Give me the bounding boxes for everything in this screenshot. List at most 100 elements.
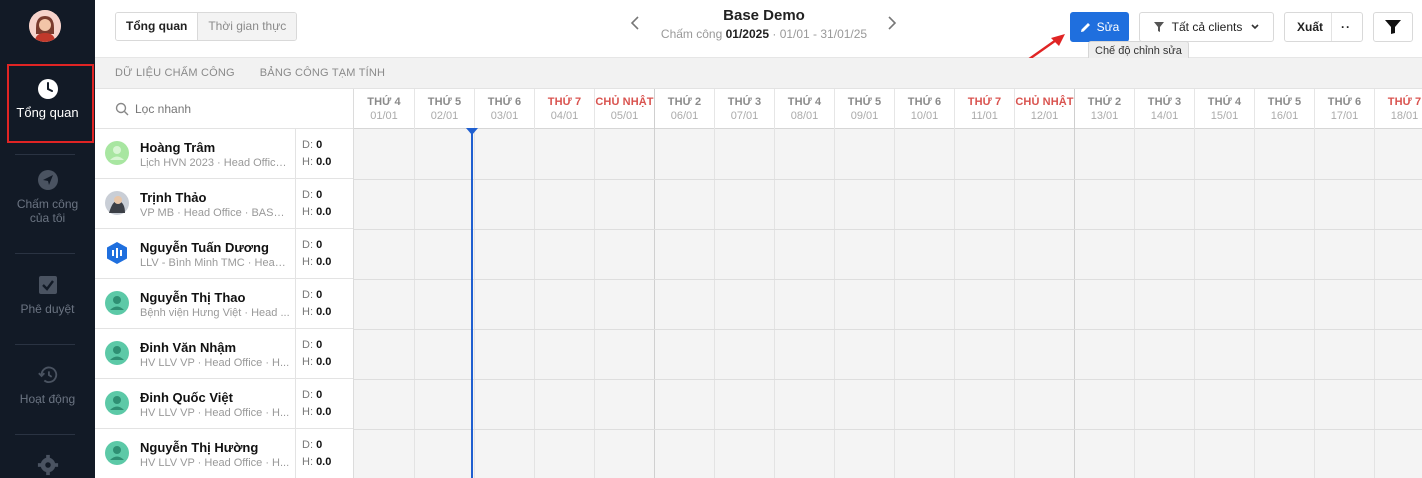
- divider: [15, 253, 75, 254]
- employee-totals: D: 0 H: 0.0: [295, 379, 354, 428]
- day-header: CHỦ NHẬT 12/01: [1014, 89, 1074, 129]
- grid-column-line: [774, 129, 775, 478]
- day-date: 11/01: [971, 110, 998, 122]
- days-label: D:: [302, 439, 313, 451]
- sidebar-item-overview[interactable]: Tổng quan: [0, 78, 95, 120]
- advanced-filter-button[interactable]: [1373, 12, 1413, 42]
- employee-details: Lịch HVN 2023 · Head Office · BASE: [140, 157, 290, 169]
- days-value: 0: [316, 139, 323, 151]
- divider: [15, 434, 75, 435]
- day-date: 18/01: [1390, 110, 1419, 122]
- clock-icon: [37, 78, 59, 100]
- grid-column-line: [414, 129, 415, 478]
- day-name: THỨ 5: [1267, 96, 1302, 108]
- sidebar-item-approval[interactable]: Phê duyệt: [0, 274, 95, 316]
- tab-timesheet-data[interactable]: DỮ LIỆU CHẤM CÔNG: [95, 58, 235, 88]
- grid-column-line: [1134, 129, 1135, 478]
- days-label: D:: [302, 339, 313, 351]
- user-avatar[interactable]: [29, 10, 61, 42]
- employee-details: HV LLV VP · Head Office · H...: [140, 357, 290, 369]
- check-square-icon: [37, 274, 59, 296]
- employee-details: LLV - Bình Minh TMC · Head ...: [140, 257, 290, 269]
- day-header: THỨ 7 11/01: [954, 89, 1014, 129]
- day-name: THỨ 3: [1147, 96, 1182, 108]
- hours-label: H:: [302, 456, 313, 468]
- employee-row[interactable]: Nguyễn Thị Hường HV LLV VP · Head Office …: [95, 429, 353, 478]
- day-header: THỨ 7 04/01: [534, 89, 594, 129]
- tab-realtime[interactable]: Thời gian thực: [198, 13, 297, 40]
- days-label: D:: [302, 189, 313, 201]
- employee-row[interactable]: Đinh Văn Nhậm HV LLV VP · Head Office · H…: [95, 329, 353, 379]
- page-header: Base Demo Chấm công 01/2025 · 01/01 - 31…: [635, 7, 893, 41]
- day-date: 12/01: [1030, 110, 1059, 122]
- sidebar-item-my-timesheet[interactable]: Chấm công của tôi: [0, 169, 95, 225]
- day-name: THỨ 4: [787, 96, 822, 108]
- view-switch: Tổng quan Thời gian thực: [115, 12, 298, 41]
- hours-value: 0.0: [316, 306, 332, 318]
- hours-label: H:: [302, 406, 313, 418]
- days-value: 0: [316, 239, 323, 251]
- day-header: THỨ 3 07/01: [714, 89, 774, 129]
- day-header: THỨ 4 08/01: [774, 89, 834, 129]
- sidebar-item-label: Hoạt động: [19, 392, 76, 406]
- sidebar-item-label: Phê duyệt: [20, 302, 75, 316]
- day-name: CHỦ NHẬT: [1015, 96, 1074, 108]
- tab-provisional-timesheet[interactable]: BẢNG CÔNG TẠM TÍNH: [235, 58, 385, 88]
- day-name: THỨ 4: [1207, 96, 1242, 108]
- employee-name: Nguyễn Thị Thao: [140, 290, 246, 305]
- grid-column-line: [654, 129, 655, 478]
- day-name: THỨ 6: [487, 96, 522, 108]
- grid-column-line: [1194, 129, 1195, 478]
- quick-filter-input[interactable]: Lọc nhanh: [95, 89, 353, 129]
- hours-value: 0.0: [316, 406, 332, 418]
- chevron-down-icon: [1251, 24, 1259, 30]
- day-header: THỨ 2 13/01: [1074, 89, 1134, 129]
- employee-row[interactable]: Nguyễn Thị Thao Bệnh viện Hưng Việt · Hea…: [95, 279, 353, 329]
- day-name: THỨ 5: [847, 96, 882, 108]
- employee-name: Hoàng Trâm: [140, 140, 216, 155]
- top-bar: Tổng quan Thời gian thực Base Demo Chấm …: [95, 0, 1422, 63]
- next-month-button[interactable]: [884, 14, 900, 34]
- day-date: 07/01: [730, 110, 759, 122]
- hours-label: H:: [302, 356, 313, 368]
- employee-totals: D: 0 H: 0.0: [295, 329, 354, 378]
- employee-totals: D: 0 H: 0.0: [295, 229, 354, 278]
- day-name: THỨ 4: [367, 96, 401, 108]
- employee-row[interactable]: Nguyễn Tuấn Dương LLV - Bình Minh TMC · H…: [95, 229, 353, 279]
- day-name: THỨ 5: [427, 96, 462, 108]
- subtitle-prefix: Chấm công: [660, 27, 723, 41]
- day-header: THỨ 2 06/01: [654, 89, 714, 129]
- employee-row[interactable]: Trịnh Thảo VP MB · Head Office · BASE-...…: [95, 179, 353, 229]
- days-value: 0: [316, 339, 323, 351]
- employee-row[interactable]: Hoàng Trâm Lịch HVN 2023 · Head Office · …: [95, 129, 353, 179]
- day-name: THỨ 2: [1087, 96, 1122, 108]
- day-header: THỨ 7 18/01: [1374, 89, 1422, 129]
- day-name: THỨ 6: [1327, 96, 1362, 108]
- subtitle-range: · 01/01 - 31/01/25: [772, 27, 868, 41]
- user-icon: [105, 341, 129, 365]
- employee-row[interactable]: Đinh Quốc Việt HV LLV VP · Head Office · …: [95, 379, 353, 429]
- client-filter-dropdown[interactable]: Tất cả clients: [1139, 12, 1274, 42]
- day-date: 08/01: [790, 110, 819, 122]
- day-name: THỨ 6: [907, 96, 942, 108]
- hexagon-logo-icon: [105, 241, 129, 265]
- export-button[interactable]: Xuất ··: [1284, 12, 1363, 42]
- day-header: THỨ 5 09/01: [834, 89, 894, 129]
- more-options-button[interactable]: ··: [1341, 20, 1351, 34]
- days-label: D:: [302, 239, 313, 251]
- grid-row-line: [354, 329, 1422, 330]
- day-date: 06/01: [670, 110, 699, 122]
- day-date: 01/01: [370, 110, 398, 122]
- sidebar-item-activity[interactable]: Hoạt động: [0, 364, 95, 406]
- hours-value: 0.0: [316, 356, 332, 368]
- edit-button[interactable]: Sửa: [1070, 12, 1129, 42]
- day-name: THỨ 7: [547, 96, 582, 108]
- day-date: 02/01: [430, 110, 459, 122]
- hours-label: H:: [302, 256, 313, 268]
- days-value: 0: [316, 189, 323, 201]
- tab-overview[interactable]: Tổng quan: [116, 13, 199, 40]
- grid-column-line: [534, 129, 535, 478]
- sidebar-item-settings[interactable]: [0, 454, 95, 478]
- calendar-header: THỨ 4 01/01 THỨ 5 02/01 THỨ 6 03/01 THỨ 7 04/01…: [354, 89, 1422, 129]
- hours-label: H:: [302, 306, 313, 318]
